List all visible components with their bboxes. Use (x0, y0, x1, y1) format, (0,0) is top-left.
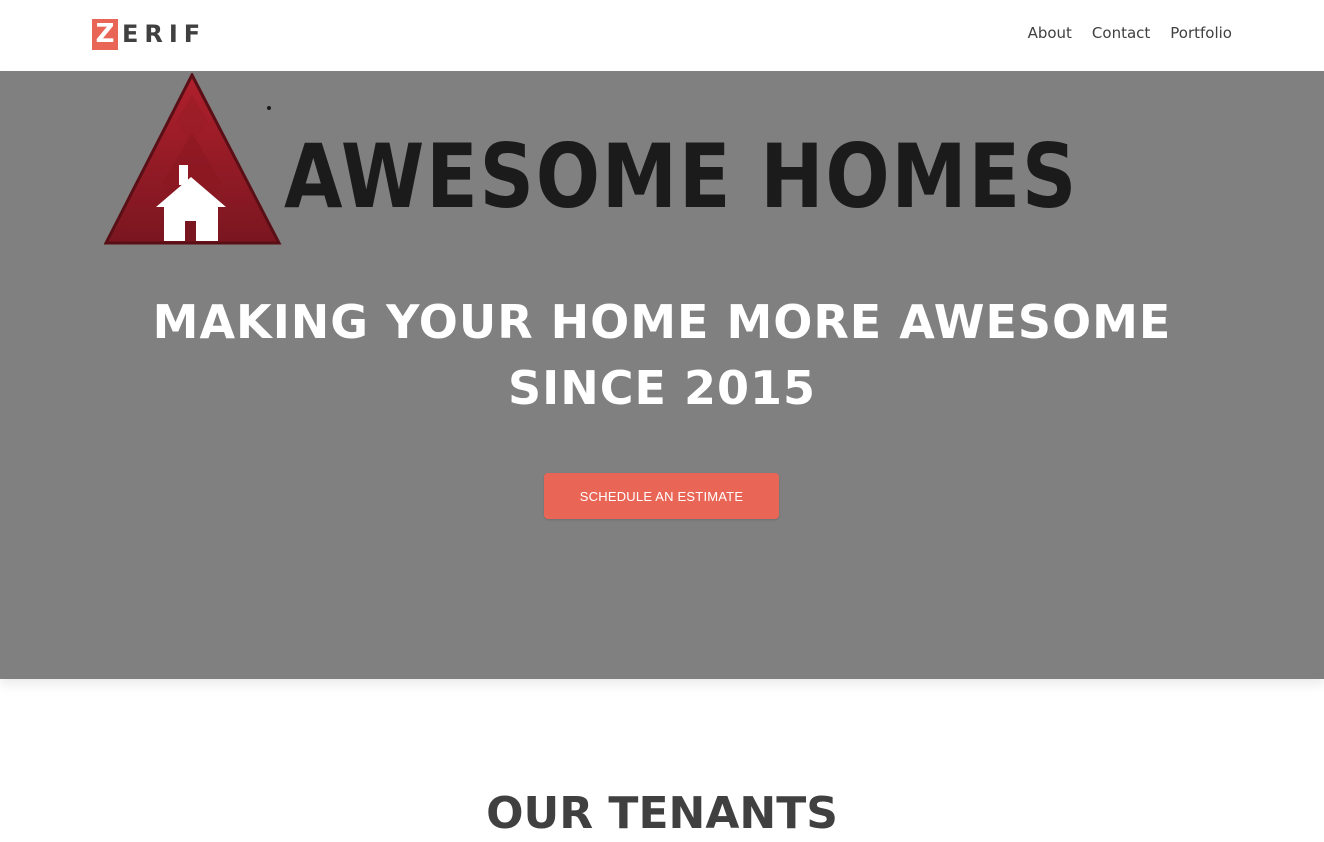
hero-section: AWESOME HOMES MAKING YOUR HOME MORE AWES… (0, 71, 1324, 679)
logo-rest: ERIF (122, 20, 207, 48)
brand-logo-graphic (104, 73, 282, 245)
nav-contact[interactable]: Contact (1092, 22, 1150, 44)
nav-portfolio[interactable]: Portfolio (1170, 22, 1232, 44)
nav-about[interactable]: About (1028, 22, 1072, 44)
site-logo[interactable]: Z ERIF (92, 19, 206, 50)
tenants-section-title: OUR TENANTS (486, 788, 838, 839)
hero-title-line1: MAKING YOUR HOME MORE AWESOME (152, 295, 1172, 349)
logo-first-letter: Z (92, 19, 118, 50)
hero-title-line2: SINCE 2015 (508, 361, 816, 415)
brand-wordmark: AWESOME HOMES (284, 125, 1079, 228)
main-nav: About Contact Portfolio (1028, 22, 1232, 44)
hero-title: MAKING YOUR HOME MORE AWESOME SINCE 2015 (62, 289, 1262, 421)
schedule-estimate-button[interactable]: SCHEDULE AN ESTIMATE (544, 473, 779, 519)
site-header: Z ERIF About Contact Portfolio (0, 0, 1324, 71)
brand-dot (267, 106, 271, 110)
